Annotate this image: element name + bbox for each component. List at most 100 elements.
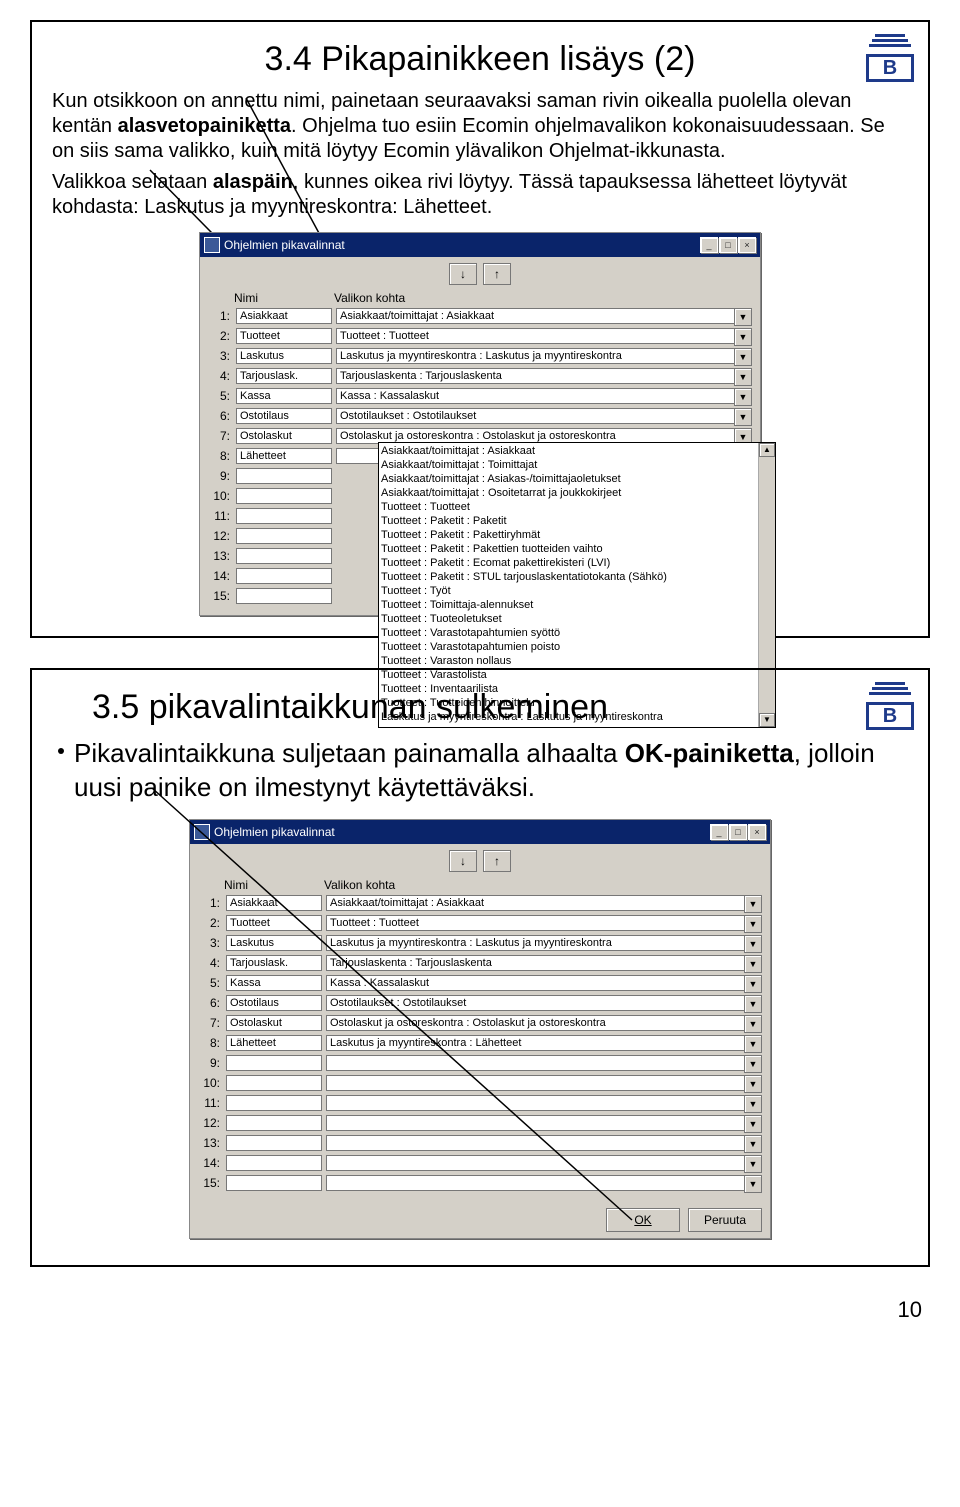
chevron-down-icon[interactable]: ▼ [744, 1095, 762, 1113]
dropdown-option[interactable]: Tuotteet : Tuoteoletukset [381, 612, 756, 626]
menu-combo[interactable]: ▼ [326, 1075, 762, 1091]
combo-value[interactable] [326, 1095, 744, 1111]
menu-combo[interactable]: Kassa : Kassalaskut▼ [326, 975, 762, 991]
name-field[interactable] [236, 508, 332, 524]
menu-combo[interactable]: Tarjouslaskenta : Tarjouslaskenta▼ [336, 368, 752, 384]
combo-value[interactable]: Tuotteet : Tuotteet [336, 328, 734, 344]
menu-combo[interactable]: ▼ [326, 1055, 762, 1071]
combo-value[interactable] [326, 1135, 744, 1151]
name-field[interactable] [236, 528, 332, 544]
menu-combo[interactable]: Ostolaskut ja ostoreskontra : Ostolaskut… [326, 1015, 762, 1031]
name-field[interactable] [226, 1115, 322, 1131]
menu-combo[interactable]: Ostotilaukset : Ostotilaukset▼ [336, 408, 752, 424]
name-field[interactable]: Ostolaskut [226, 1015, 322, 1031]
name-field[interactable]: Ostotilaus [236, 408, 332, 424]
dropdown-option[interactable]: Tuotteet : Paketit : Pakettien tuotteide… [381, 542, 756, 556]
move-up-button[interactable]: ↑ [483, 263, 511, 285]
chevron-down-icon[interactable]: ▼ [744, 1015, 762, 1033]
chevron-down-icon[interactable]: ▼ [744, 1135, 762, 1153]
menu-combo[interactable]: Laskutus ja myyntireskontra : Lähetteet▼ [326, 1035, 762, 1051]
combo-value[interactable]: Tarjouslaskenta : Tarjouslaskenta [336, 368, 734, 384]
name-field[interactable]: Asiakkaat [236, 308, 332, 324]
combo-value[interactable]: Kassa : Kassalaskut [326, 975, 744, 991]
dropdown-option[interactable]: Tuotteet : Paketit : Pakettiryhmät [381, 528, 756, 542]
move-up-button[interactable]: ↑ [483, 850, 511, 872]
chevron-down-icon[interactable]: ▼ [734, 308, 752, 326]
menu-combo[interactable]: Kassa : Kassalaskut▼ [336, 388, 752, 404]
combo-value[interactable]: Laskutus ja myyntireskontra : Laskutus j… [336, 348, 734, 364]
menu-combo[interactable]: Tuotteet : Tuotteet▼ [326, 915, 762, 931]
dropdown-option[interactable]: Tuotteet : Varaston nollaus [381, 654, 756, 668]
name-field[interactable] [226, 1095, 322, 1111]
combo-value[interactable]: Asiakkaat/toimittajat : Asiakkaat [326, 895, 744, 911]
menu-combo[interactable]: Ostotilaukset : Ostotilaukset▼ [326, 995, 762, 1011]
combo-value[interactable]: Tarjouslaskenta : Tarjouslaskenta [326, 955, 744, 971]
name-field[interactable] [226, 1135, 322, 1151]
titlebar[interactable]: Ohjelmien pikavalinnat _ □ × [200, 233, 760, 257]
name-field[interactable] [236, 468, 332, 484]
name-field[interactable]: Tuotteet [226, 915, 322, 931]
maximize-icon[interactable]: □ [719, 237, 737, 253]
dropdown-option[interactable]: Tuotteet : Työt [381, 584, 756, 598]
dropdown-option[interactable]: Asiakkaat/toimittajat : Toimittajat [381, 458, 756, 472]
name-field[interactable]: Ostolaskut [236, 428, 332, 444]
menu-combo[interactable]: ▼ [326, 1155, 762, 1171]
name-field[interactable] [226, 1175, 322, 1191]
maximize-icon[interactable]: □ [729, 824, 747, 840]
name-field[interactable] [226, 1055, 322, 1071]
name-field[interactable] [236, 568, 332, 584]
dropdown-option[interactable]: Tuotteet : Toimittaja-alennukset [381, 598, 756, 612]
combo-value[interactable]: Ostotilaukset : Ostotilaukset [336, 408, 734, 424]
name-field[interactable]: Tuotteet [236, 328, 332, 344]
name-field[interactable]: Laskutus [226, 935, 322, 951]
name-field[interactable]: Lähetteet [236, 448, 332, 464]
menu-combo[interactable]: Laskutus ja myyntireskontra : Laskutus j… [326, 935, 762, 951]
combo-value[interactable] [326, 1175, 744, 1191]
chevron-down-icon[interactable]: ▼ [744, 955, 762, 973]
name-field[interactable]: Tarjouslask. [236, 368, 332, 384]
menu-combo[interactable]: ▼ [326, 1175, 762, 1191]
dropdown-option[interactable]: Tuotteet : Paketit : Paketit [381, 514, 756, 528]
titlebar[interactable]: Ohjelmien pikavalinnat _ □ × [190, 820, 770, 844]
close-icon[interactable]: × [738, 237, 756, 253]
chevron-down-icon[interactable]: ▼ [744, 1175, 762, 1193]
name-field[interactable] [236, 588, 332, 604]
menu-combo[interactable]: ▼ [326, 1115, 762, 1131]
minimize-icon[interactable]: _ [710, 824, 728, 840]
chevron-down-icon[interactable]: ▼ [734, 388, 752, 406]
chevron-down-icon[interactable]: ▼ [744, 1035, 762, 1053]
chevron-down-icon[interactable]: ▼ [734, 408, 752, 426]
name-field[interactable]: Asiakkaat [226, 895, 322, 911]
chevron-down-icon[interactable]: ▼ [744, 915, 762, 933]
combo-value[interactable]: Kassa : Kassalaskut [336, 388, 734, 404]
name-field[interactable]: Lähetteet [226, 1035, 322, 1051]
chevron-down-icon[interactable]: ▼ [744, 1055, 762, 1073]
combo-value[interactable]: Laskutus ja myyntireskontra : Laskutus j… [326, 935, 744, 951]
chevron-down-icon[interactable]: ▼ [744, 895, 762, 913]
combo-value[interactable]: Laskutus ja myyntireskontra : Lähetteet [326, 1035, 744, 1051]
name-field[interactable]: Laskutus [236, 348, 332, 364]
dropdown-option[interactable]: Asiakkaat/toimittajat : Asiakas-/toimitt… [381, 472, 756, 486]
name-field[interactable] [236, 488, 332, 504]
combo-value[interactable]: Ostotilaukset : Ostotilaukset [326, 995, 744, 1011]
combo-value[interactable] [326, 1115, 744, 1131]
move-down-button[interactable]: ↓ [449, 850, 477, 872]
chevron-down-icon[interactable]: ▼ [744, 995, 762, 1013]
dropdown-option[interactable]: Asiakkaat/toimittajat : Asiakkaat [381, 444, 756, 458]
name-field[interactable] [236, 548, 332, 564]
menu-combo[interactable]: Tuotteet : Tuotteet▼ [336, 328, 752, 344]
chevron-down-icon[interactable]: ▼ [744, 1115, 762, 1133]
name-field[interactable] [226, 1155, 322, 1171]
dropdown-option[interactable]: Tuotteet : Paketit : Ecomat pakettirekis… [381, 556, 756, 570]
name-field[interactable]: Tarjouslask. [226, 955, 322, 971]
move-down-button[interactable]: ↓ [449, 263, 477, 285]
name-field[interactable]: Kassa [226, 975, 322, 991]
chevron-down-icon[interactable]: ▼ [744, 1155, 762, 1173]
combo-value[interactable] [326, 1055, 744, 1071]
menu-combo[interactable]: Asiakkaat/toimittajat : Asiakkaat▼ [336, 308, 752, 324]
name-field[interactable]: Ostotilaus [226, 995, 322, 1011]
menu-combo[interactable]: Asiakkaat/toimittajat : Asiakkaat▼ [326, 895, 762, 911]
dropdown-option[interactable]: Tuotteet : Paketit : STUL tarjouslaskent… [381, 570, 756, 584]
combo-value[interactable] [326, 1075, 744, 1091]
menu-combo[interactable]: Laskutus ja myyntireskontra : Laskutus j… [336, 348, 752, 364]
